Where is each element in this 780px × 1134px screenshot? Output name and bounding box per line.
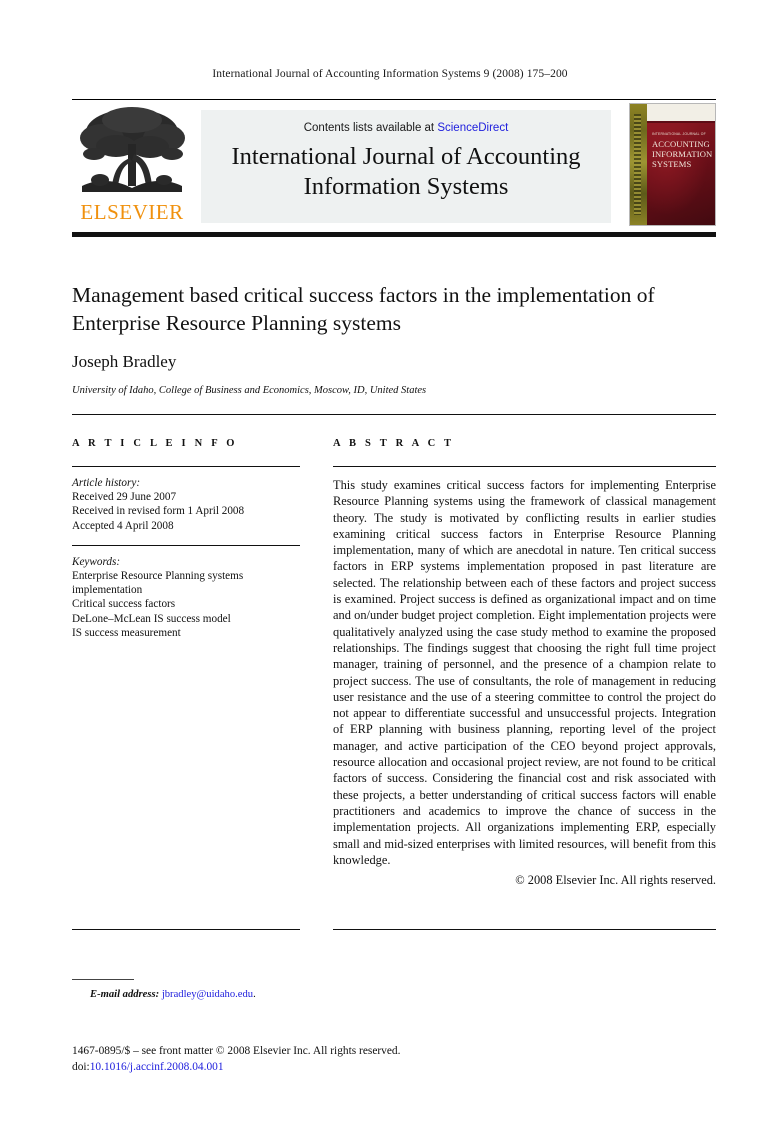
cover-body: INTERNATIONAL JOURNAL OF ACCOUNTING INFO… <box>647 123 715 225</box>
journal-cover-thumbnail: INTERNATIONAL JOURNAL OF ACCOUNTING INFO… <box>629 103 716 226</box>
cover-title: ACCOUNTING INFORMATION SYSTEMS <box>652 139 712 169</box>
footnote-email: E-mail address: jbradley@uidaho.edu. <box>90 989 256 1000</box>
article-history-item: Received 29 June 2007 <box>72 491 177 504</box>
article-info-separator <box>72 544 300 546</box>
article-info-column: A R T I C L E I N F O Article history: R… <box>72 438 300 640</box>
article-info-heading: A R T I C L E I N F O <box>72 438 238 449</box>
email-link[interactable]: jbradley@uidaho.edu <box>162 989 253 1000</box>
article-title: Management based critical success factor… <box>72 283 655 335</box>
article-history-item: Received in revised form 1 April 2008 <box>72 505 245 518</box>
sciencedirect-link[interactable]: ScienceDirect <box>437 122 508 134</box>
paper-page: International Journal of Accounting Info… <box>0 0 780 1134</box>
article-author: Joseph Bradley <box>72 352 177 371</box>
abstract-column: A B S T R A C T This study examines crit… <box>333 438 716 888</box>
cover-title-line-2: INFORMATION <box>652 149 713 159</box>
footnote-rule <box>72 979 134 980</box>
doi-line: doi:10.1016/j.accinf.2008.04.001 <box>72 1061 224 1073</box>
cover-title-line-1: ACCOUNTING <box>652 139 710 149</box>
journal-header: ELSEVIER Contents lists available at Sci… <box>72 99 716 227</box>
keywords-block: Keywords: Enterprise Resource Planning s… <box>72 555 300 640</box>
cover-top-band <box>647 104 715 123</box>
keyword-item: implementation <box>72 584 143 597</box>
keyword-item: DeLone–McLean IS success model <box>72 612 231 625</box>
journal-title: International Journal of Accounting Info… <box>215 142 597 202</box>
affiliation-rule <box>72 414 716 415</box>
email-trailing-period: . <box>253 989 256 1000</box>
keyword-item: Enterprise Resource Planning systems <box>72 570 244 583</box>
article-info-heading-rule <box>72 466 300 467</box>
front-matter-line: 1467-0895/$ – see front matter © 2008 El… <box>72 1045 401 1057</box>
abstract-copyright: © 2008 Elsevier Inc. All rights reserved… <box>515 873 716 888</box>
running-head: International Journal of Accounting Info… <box>212 68 568 80</box>
article-history-item: Accepted 4 April 2008 <box>72 519 174 532</box>
doi-link[interactable]: 10.1016/j.accinf.2008.04.001 <box>90 1061 224 1073</box>
abstract-heading: A B S T R A C T <box>333 438 455 449</box>
info-column-bottom-rule <box>72 929 300 930</box>
email-label: E-mail address: <box>90 989 160 1000</box>
journal-title-panel: Contents lists available at ScienceDirec… <box>201 110 611 223</box>
cover-title-line-3: SYSTEMS <box>652 159 692 169</box>
abstract-column-bottom-rule <box>333 929 716 930</box>
abstract-text: This study examines critical success fac… <box>333 478 716 867</box>
article-history-block: Article history: Received 29 June 2007 R… <box>72 476 300 533</box>
contents-prefix: Contents lists available at <box>303 122 438 134</box>
keywords-label: Keywords: <box>72 555 121 568</box>
keyword-item: Critical success factors <box>72 598 176 611</box>
abstract-heading-rule <box>333 466 716 467</box>
elsevier-wordmark: ELSEVIER <box>80 200 184 224</box>
keyword-item: IS success measurement <box>72 626 181 639</box>
article-affiliation: University of Idaho, College of Business… <box>72 385 427 396</box>
journal-title-line-1: International Journal of Accounting <box>231 143 581 170</box>
doi-label: doi: <box>72 1061 90 1073</box>
header-bottom-rule <box>72 232 716 237</box>
article-history-label: Article history: <box>72 477 141 489</box>
cover-issn-line: INTERNATIONAL JOURNAL OF <box>652 132 706 136</box>
cover-spine <box>630 104 647 225</box>
elsevier-logo: ELSEVIER <box>72 102 192 226</box>
contents-available-line: Contents lists available at ScienceDirec… <box>201 122 611 134</box>
journal-title-line-2: Information Systems <box>303 173 509 200</box>
